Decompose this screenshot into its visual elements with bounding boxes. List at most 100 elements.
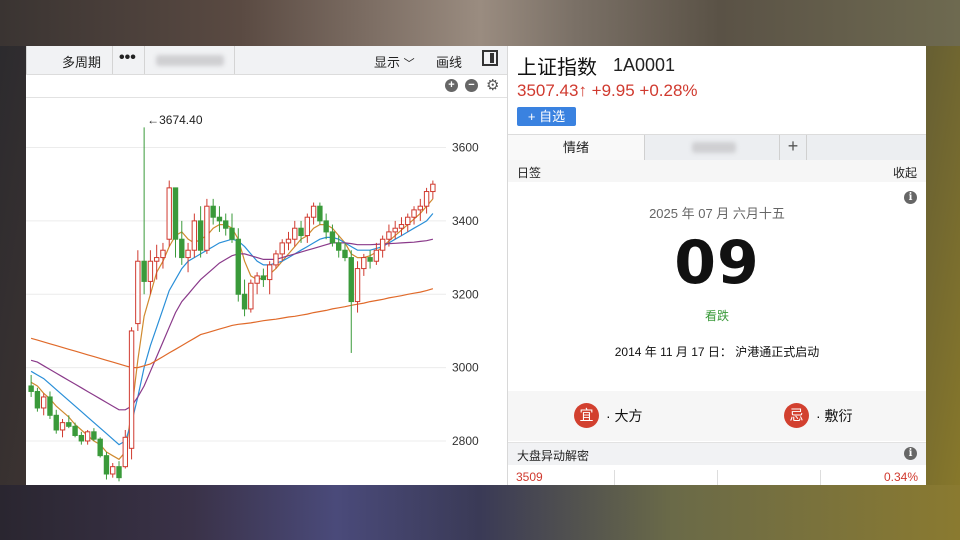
candle-body (191, 220, 198, 251)
collapse-button[interactable]: 收起 (893, 164, 917, 181)
multi-period-button[interactable]: 多周期 (62, 52, 101, 71)
candle-body (91, 431, 97, 440)
zoom-in-icon[interactable]: + (445, 79, 458, 92)
candle-body (392, 227, 398, 233)
daily-calendar-card: i 2025 年 07 月 六月十五 09 看跌 2014 年 11 月 17 … (508, 183, 926, 390)
add-tab-icon[interactable]: + (780, 135, 807, 160)
candle-body (354, 268, 361, 303)
add-watchlist-button[interactable]: + 自选 (517, 107, 576, 126)
candle-body (342, 249, 348, 259)
y-tick-label: 3400 (452, 214, 479, 228)
candle-body (417, 205, 424, 211)
market-anomaly-title: 大盘异动解密 (517, 449, 590, 463)
candle-body (285, 238, 292, 244)
moving-average-line (30, 288, 434, 369)
daily-card-title: 日签 (517, 166, 542, 180)
more-dots-icon[interactable]: ••• (119, 49, 136, 67)
moving-average-line (30, 238, 434, 411)
candle-body (135, 260, 141, 325)
candle-body (34, 390, 41, 409)
candle-body (40, 396, 47, 409)
candle-body (367, 257, 373, 262)
candle-body (84, 431, 91, 442)
quote-panel: 上证指数 1A0001 3507.43↑ +9.95 +0.28% + 自选 情… (508, 46, 926, 485)
candle-body (216, 216, 223, 222)
tab-blurred[interactable] (645, 135, 780, 160)
tab-bar: 情绪 + (508, 134, 926, 161)
candle-body (122, 436, 128, 468)
candle-body (379, 238, 386, 251)
candle-body (373, 249, 380, 262)
candle-body (223, 220, 229, 229)
candle-body (273, 253, 279, 266)
moving-average-line (30, 213, 434, 446)
daily-card-header: 日签 收起 (508, 160, 926, 182)
candle-body (266, 264, 273, 281)
candle-body (160, 249, 166, 259)
chart-subbar: + − ⚙ (26, 75, 507, 98)
candle-body (166, 187, 172, 240)
candle-body (336, 242, 342, 251)
candlestick-chart[interactable]: 3600 3400 3200 3000 2800 ←3674.40 (26, 98, 507, 485)
yi-text: · 大方 (606, 408, 643, 424)
anomaly-percent: 0.34% (883, 470, 918, 484)
gear-icon[interactable]: ⚙ (486, 76, 499, 94)
candle-body (72, 425, 78, 436)
candle-body (185, 249, 191, 259)
info-icon[interactable]: i (904, 447, 917, 460)
candle-body (405, 216, 411, 226)
panel-toggle-icon[interactable] (482, 50, 498, 66)
candle-body (28, 385, 34, 392)
calendar-date: 2025 年 07 月 六月十五 (649, 206, 785, 221)
index-code: 1A0001 (613, 55, 676, 75)
chevron-down-icon: ﹀ (403, 58, 415, 70)
y-tick-label: 3000 (452, 361, 479, 375)
candle-body (386, 231, 392, 240)
candle-body (317, 205, 323, 222)
market-outlook: 看跌 (704, 309, 729, 323)
candle-body (103, 455, 110, 475)
ji-text: · 敷衍 (816, 408, 853, 424)
candle-body (110, 466, 116, 475)
anomaly-value: 3509 (516, 470, 543, 484)
candle-body (141, 260, 147, 282)
candle-body (53, 414, 59, 431)
candle-body (248, 282, 254, 310)
candle-body (430, 183, 436, 193)
candle-body (329, 231, 336, 244)
calendar-day: 09 (674, 228, 760, 298)
y-tick-label: 3600 (452, 141, 479, 155)
candle-body (241, 293, 248, 310)
candle-body (204, 205, 210, 251)
blurred-toolbar-item[interactable] (156, 55, 224, 66)
candle-body (411, 209, 417, 218)
candle-body (116, 466, 122, 479)
draw-line-button[interactable]: 画线 (436, 52, 462, 71)
yi-badge: 宜 (574, 403, 599, 428)
history-event: 2014 年 11 月 17 日： 沪港通正式启动 (614, 345, 820, 359)
candle-body (153, 257, 160, 262)
candle-body (310, 205, 317, 218)
chart-toolbar: 多周期 ••• 显示 ﹀ 画线 (26, 46, 507, 75)
background-blur-top (0, 0, 960, 46)
market-anomaly-row: 3509 0.34% (508, 467, 926, 485)
candle-body (97, 438, 103, 457)
candle-body (323, 220, 329, 233)
candle-body (229, 227, 235, 240)
index-name: 上证指数 (517, 57, 597, 79)
display-label: 显示 (374, 55, 401, 70)
candle-body (47, 396, 53, 416)
candle-body (210, 205, 216, 218)
market-anomaly-header: 大盘异动解密 i (508, 442, 926, 465)
price-change: 3507.43↑ +9.95 +0.28% (517, 81, 698, 100)
app-window: 多周期 ••• 显示 ﹀ 画线 + − ⚙ 3600 3400 3200 3000 28… (26, 46, 926, 485)
candle-body (197, 220, 204, 251)
candle-body (59, 422, 66, 431)
candle-body (260, 275, 267, 281)
display-button[interactable]: 显示 ﹀ (374, 52, 415, 71)
zoom-out-icon[interactable]: − (465, 79, 478, 92)
candle-body (304, 216, 311, 237)
candle-body (298, 227, 304, 237)
candle-body (78, 434, 85, 442)
tab-sentiment[interactable]: 情绪 (508, 135, 645, 160)
